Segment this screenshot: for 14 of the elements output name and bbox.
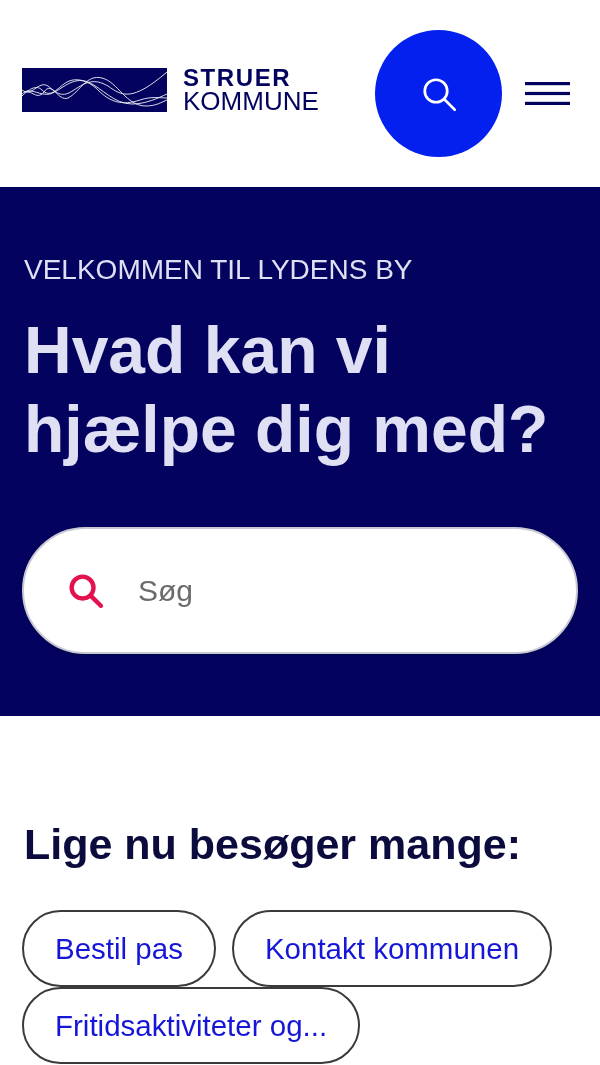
logo-subtitle: KOMMUNE	[183, 88, 319, 113]
logo-title: STRUER	[183, 66, 293, 89]
wave-logo-icon	[22, 67, 167, 112]
search-field[interactable]: Søg	[22, 527, 578, 654]
search-icon	[420, 75, 457, 112]
search-icon	[68, 573, 103, 608]
menu-button[interactable]	[525, 82, 570, 105]
popular-heading: Lige nu besøger mange:	[24, 819, 522, 870]
popular-link-chip[interactable]: Bestil pas	[22, 910, 216, 987]
popular-link-chip[interactable]: Kontakt kommunen	[231, 910, 553, 987]
popular-link-chip[interactable]: Fritidsaktiviteter og...	[22, 987, 361, 1064]
hero-title: Hvad kan vi hjælpe dig med?	[24, 312, 550, 468]
hero-eyebrow: VELKOMMEN TIL LYDENS BY	[24, 254, 414, 286]
menu-icon	[525, 82, 570, 105]
